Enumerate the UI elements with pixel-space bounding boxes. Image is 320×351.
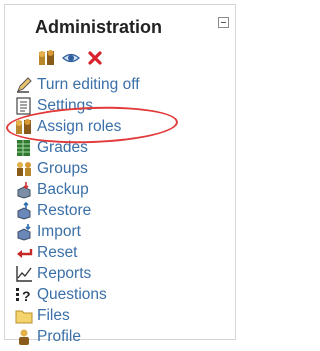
menu-item-label: Reports <box>37 265 92 282</box>
restore-icon <box>15 201 33 220</box>
menu-item-label: Files <box>37 307 70 324</box>
menu-item-label: Import <box>37 223 81 240</box>
menu-item-label: Settings <box>37 97 94 114</box>
roles-icon <box>15 118 33 136</box>
menu-item-groups[interactable]: Groups <box>15 159 88 179</box>
menu-item-label: Questions <box>37 286 107 303</box>
profile-icon <box>15 328 33 346</box>
eye-icon[interactable] <box>62 49 80 67</box>
delete-icon[interactable] <box>86 49 104 67</box>
menu-item-settings[interactable]: Settings <box>15 96 93 116</box>
reports-icon <box>15 265 33 283</box>
menu-item-reset[interactable]: Reset <box>15 243 78 263</box>
menu-item-assign-roles[interactable]: Assign roles <box>15 117 121 137</box>
block-title: Administration <box>35 17 163 37</box>
grades-icon <box>15 139 33 157</box>
menu-item-import[interactable]: Import <box>15 222 81 242</box>
menu-item-label: Reset <box>37 244 78 261</box>
menu-item-label: Restore <box>37 202 92 219</box>
settings-icon <box>15 97 33 115</box>
menu-item-turn-editing-off[interactable]: Turn editing off <box>15 75 140 95</box>
collapse-icon[interactable] <box>218 17 229 28</box>
menu-item-label: Profile <box>37 328 81 345</box>
menu-item-label: Assign roles <box>37 118 122 135</box>
menu-item-label: Backup <box>37 181 89 198</box>
menu-item-questions[interactable]: ? Questions <box>15 285 107 305</box>
svg-text:?: ? <box>22 288 31 304</box>
menu-item-profile[interactable]: Profile <box>15 327 81 347</box>
import-icon <box>15 223 33 241</box>
reset-icon <box>15 244 33 262</box>
questions-icon: ? <box>15 286 33 304</box>
menu-item-label: Turn editing off <box>37 76 140 93</box>
administration-block: Administration Turn editing off Settings… <box>4 4 236 345</box>
menu-item-reports[interactable]: Reports <box>15 264 91 284</box>
menu-item-label: Groups <box>37 160 88 177</box>
groups-icon <box>15 160 33 178</box>
menu-item-label: Grades <box>37 139 88 156</box>
menu-item-grades[interactable]: Grades <box>15 138 88 158</box>
menu-item-restore[interactable]: Restore <box>15 201 91 221</box>
edit-icon <box>15 76 33 94</box>
backup-icon <box>15 181 33 199</box>
menu-item-backup[interactable]: Backup <box>15 180 89 200</box>
block-header: Administration <box>5 5 235 73</box>
folder-icon <box>15 307 33 325</box>
menu-item-files[interactable]: Files <box>15 306 70 326</box>
header-icons <box>38 48 110 68</box>
roles-icon[interactable] <box>38 49 56 67</box>
